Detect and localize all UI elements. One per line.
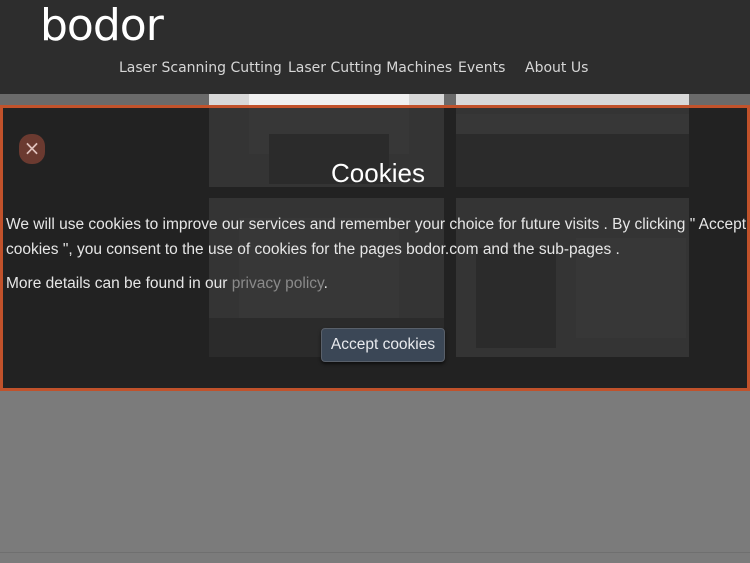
cookie-title: Cookies: [331, 158, 425, 188]
more-details-text: More details can be found in our: [6, 275, 232, 292]
nav-about-us[interactable]: About Us: [525, 60, 588, 76]
nav-events[interactable]: Events: [458, 60, 505, 76]
privacy-policy-link[interactable]: privacy policy: [232, 275, 324, 292]
main-nav: Laser Scanning Cutting Laser Cutting Mac…: [0, 60, 750, 80]
more-details-suffix: .: [323, 275, 328, 292]
bodor-logo[interactable]: bodor: [40, 2, 164, 50]
cookie-description: We will use cookies to improve our servi…: [6, 216, 747, 258]
nav-laser-cutting-machines[interactable]: Laser Cutting Machines: [288, 60, 452, 76]
accept-cookies-button[interactable]: Accept cookies: [321, 328, 445, 362]
cookie-consent-dialog: × Cookies We will use cookies to improve…: [0, 105, 750, 391]
cookie-more-details: More details can be found in our privacy…: [6, 275, 328, 293]
site-header: bodor Laser Scanning Cutting Laser Cutti…: [0, 0, 750, 94]
page-lower-area: [0, 390, 750, 563]
nav-laser-scanning-cutting[interactable]: Laser Scanning Cutting: [119, 60, 282, 76]
